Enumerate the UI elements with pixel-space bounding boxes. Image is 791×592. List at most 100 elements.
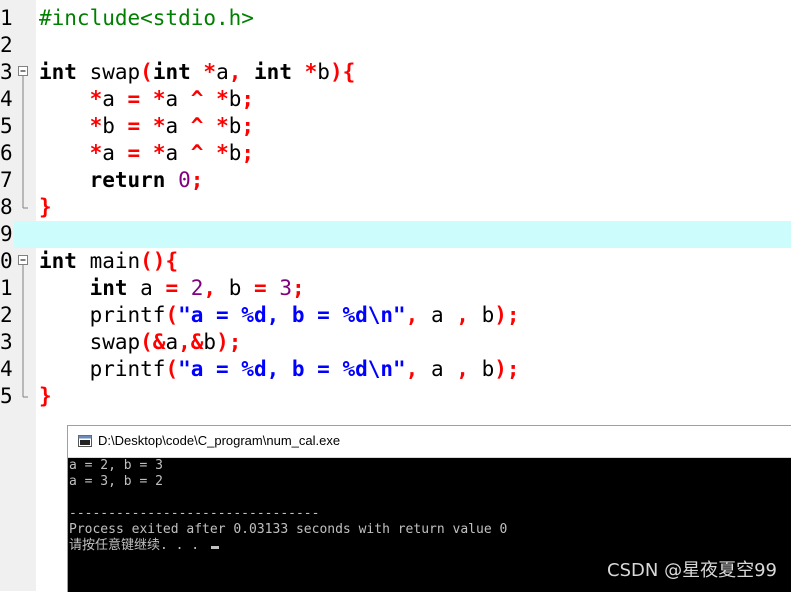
code-text: *b = *a ^ *b; [39, 113, 254, 140]
code-token: * [89, 141, 103, 165]
code-token: * [89, 114, 103, 138]
console-prompt-text: 请按任意键继续. . . [69, 538, 207, 553]
code-text: printf("a = %d, b = %d\n", a , b); [39, 356, 520, 383]
code-token: * [203, 60, 217, 84]
code-text: swap(&a,&b); [39, 329, 242, 356]
code-token: , [405, 303, 419, 327]
line-number: 1 [0, 6, 13, 30]
code-token: * [89, 87, 103, 111]
code-token: ^ [178, 114, 217, 138]
fold-end-icon [22, 382, 28, 398]
code-token: ; [190, 168, 204, 192]
code-token: (& [140, 330, 166, 354]
line-number: 3 [0, 330, 13, 354]
code-token: a [165, 141, 179, 165]
line-number: 2 [0, 303, 13, 327]
console-window[interactable]: D:\Desktop\code\C_program\num_cal.exe a … [67, 425, 791, 592]
code-line[interactable]: 2 [0, 32, 791, 59]
code-text: printf("a = %d, b = %d\n", a , b); [39, 302, 520, 329]
fold-line-icon [22, 274, 24, 301]
code-token: } [39, 195, 52, 219]
code-line[interactable]: 7 return 0; [0, 166, 791, 194]
line-number: 4 [0, 357, 13, 381]
code-token: b [228, 114, 242, 138]
code-token: * [216, 141, 229, 165]
code-token: int [89, 276, 128, 300]
code-text: } [39, 194, 52, 221]
code-text: #include<stdio.h> [39, 5, 254, 32]
code-token: printf [39, 357, 166, 381]
code-token: ( [165, 357, 179, 381]
code-line[interactable]: 4 printf("a = %d, b = %d\n", a , b); [0, 355, 791, 383]
line-number: 0 [0, 249, 13, 273]
line-number: 5 [0, 384, 13, 408]
code-token: a [165, 114, 179, 138]
fold-collapse-icon[interactable] [17, 254, 30, 274]
code-token: * [152, 114, 166, 138]
line-number: 8 [0, 195, 13, 219]
current-code-line[interactable]: 9 [0, 221, 791, 248]
code-token: = [114, 87, 153, 111]
console-output-line: a = 3, b = 2 [69, 474, 163, 489]
code-token: = [114, 141, 153, 165]
console-titlebar[interactable]: D:\Desktop\code\C_program\num_cal.exe [68, 426, 791, 458]
fold-collapse-icon[interactable] [17, 65, 30, 85]
console-exit-message: Process exited after 0.03133 seconds wit… [69, 522, 508, 537]
code-line[interactable]: 1 #include<stdio.h> [0, 5, 791, 32]
code-token: b [468, 357, 495, 381]
code-text: } [39, 383, 52, 410]
fold-line-icon [22, 301, 24, 328]
console-separator: -------------------------------- [69, 506, 320, 521]
line-number: 1 [0, 276, 13, 300]
code-line[interactable]: 8} [0, 193, 791, 221]
console-prompt-line: 请按任意键继续. . . [69, 538, 219, 554]
fold-line-icon [22, 328, 24, 355]
code-line[interactable]: 6 *a = *a ^ *b; [0, 139, 791, 167]
code-line[interactable]: 3 int swap(int *a, int *b){ [0, 59, 791, 86]
code-token: b [228, 141, 242, 165]
code-token: = [114, 114, 153, 138]
code-token: 3 [279, 276, 292, 300]
code-token: a [127, 276, 166, 300]
fold-line-icon [22, 139, 24, 166]
fold-end-icon [22, 193, 28, 209]
fold-line-icon [22, 355, 24, 382]
code-token: * [216, 87, 229, 111]
code-token: b [228, 87, 242, 111]
code-token: ; [291, 276, 305, 300]
code-token: ; [241, 141, 255, 165]
code-line[interactable]: 3 swap(&a,&b); [0, 328, 791, 356]
code-line[interactable]: 5 *b = *a ^ *b; [0, 112, 791, 140]
console-cursor [210, 546, 219, 549]
code-line[interactable]: 1 int a = 2, b = 3; [0, 274, 791, 302]
code-token: = [165, 276, 179, 300]
code-text: int swap(int *a, int *b){ [39, 59, 355, 86]
code-token: , [456, 303, 469, 327]
code-line[interactable]: 5} [0, 382, 791, 410]
code-token: return [89, 168, 166, 192]
code-token: * [152, 87, 166, 111]
code-line[interactable]: 2 printf("a = %d, b = %d\n", a , b); [0, 301, 791, 329]
code-token: a [418, 357, 457, 381]
code-token: ){ [329, 60, 356, 84]
code-token: int [39, 60, 77, 84]
code-token: a [102, 87, 115, 111]
code-token: b [102, 114, 115, 138]
code-text: int a = 2, b = 3; [39, 275, 305, 302]
code-line[interactable]: 4 *a = *a ^ *b; [0, 85, 791, 113]
line-number: 6 [0, 141, 13, 165]
code-line[interactable]: 0 int main(){ [0, 248, 791, 275]
code-token: , [405, 357, 419, 381]
code-token: swap [76, 60, 141, 84]
code-token: "a = %d, b = %d\n" [178, 357, 406, 381]
code-token: printf [39, 303, 166, 327]
fold-line-icon [22, 85, 24, 112]
